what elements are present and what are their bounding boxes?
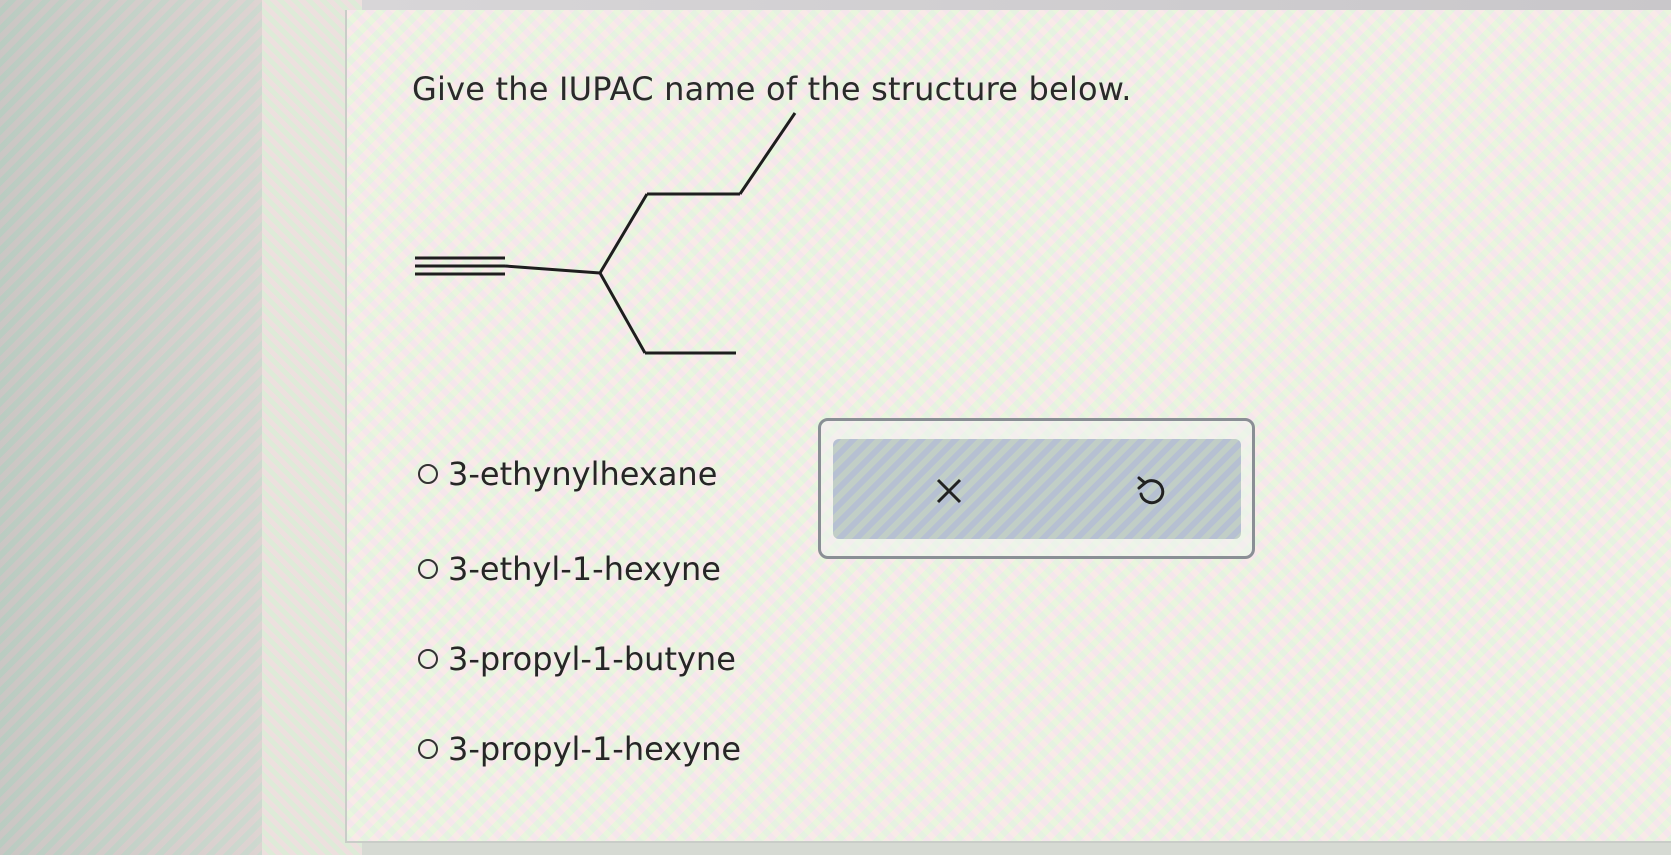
answer-choice-label: 3-ethynylhexane — [448, 455, 718, 493]
clear-answer-button[interactable] — [921, 463, 977, 519]
upper-terminal-bond — [738, 112, 797, 195]
answer-choice-3[interactable]: 3-propyl-1-hexyne — [418, 730, 741, 768]
radio-button[interactable] — [418, 649, 438, 669]
answer-choice-label: 3-ethyl-1-hexyne — [448, 550, 721, 588]
close-icon — [936, 478, 962, 504]
question-prompt: Give the IUPAC name of the structure bel… — [412, 70, 1132, 108]
radio-button[interactable] — [418, 739, 438, 759]
answer-action-box — [818, 418, 1255, 559]
undo-button[interactable] — [1123, 463, 1179, 519]
radio-button[interactable] — [418, 464, 438, 484]
answer-choice-0[interactable]: 3-ethynylhexane — [418, 455, 717, 493]
screen-background-left — [0, 0, 262, 855]
molecule-structure-diagram — [415, 112, 797, 355]
answer-choice-1[interactable]: 3-ethyl-1-hexyne — [418, 550, 721, 588]
radio-button[interactable] — [418, 559, 438, 579]
center-to-upper-bond — [598, 193, 649, 274]
answer-choice-label: 3-propyl-1-hexyne — [448, 730, 742, 768]
answer-choice-label: 3-propyl-1-butyne — [448, 640, 736, 678]
answer-choice-2[interactable]: 3-propyl-1-butyne — [418, 640, 736, 678]
alkyne-to-center-bond — [504, 264, 601, 275]
answer-action-toolbar — [833, 439, 1241, 539]
center-to-lower-bond — [598, 272, 647, 354]
undo-icon — [1137, 476, 1165, 505]
